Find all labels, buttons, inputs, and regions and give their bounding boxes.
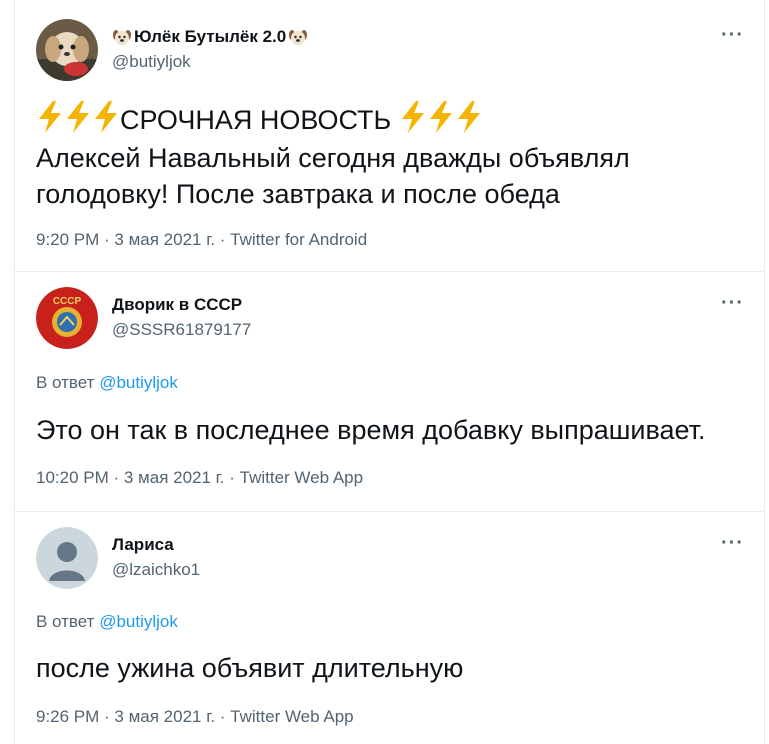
lightning-icon [427,100,455,134]
tweet-text: Это он так в последнее время добавку вып… [36,415,706,445]
reply-context: В ответ @butiyljok [36,373,178,393]
lightning-icon [36,100,64,134]
reply-handle-link[interactable]: @butiyljok [99,612,178,631]
handle[interactable]: @lzaichko1 [112,560,200,580]
lightning-icon [455,100,483,134]
lightning-icon [399,100,427,134]
more-options-icon[interactable]: ··· [721,533,744,553]
display-name[interactable]: Лариса [112,535,174,555]
avatar-emblem-text: СССР [53,296,82,307]
reply-handle-link[interactable]: @butiyljok [99,373,178,392]
breaking-news-text: СРОЧНАЯ НОВОСТЬ [120,105,392,135]
tweet-timestamp[interactable]: 9:26 PM · 3 мая 2021 г. · Twitter Web Ap… [36,707,354,727]
more-options-icon[interactable]: ··· [721,25,744,45]
tweet-timestamp[interactable]: 9:20 PM · 3 мая 2021 г. · Twitter for An… [36,230,367,250]
dog-face-icon [112,27,132,47]
handle[interactable]: @SSSR61879177 [112,320,251,340]
reply-prefix: В ответ [36,612,95,631]
dog-face-icon [288,27,308,47]
tweet-timestamp[interactable]: 10:20 PM · 3 мая 2021 г. · Twitter Web A… [36,468,363,488]
tweet-main[interactable]: Юлёк Бутылёк 2.0 @butiyljok ··· СРОЧНАЯ … [15,0,764,272]
reply-tweet[interactable]: Лариса @lzaichko1 ··· В ответ @butiyljok… [15,512,764,744]
reply-context: В ответ @butiyljok [36,612,178,632]
reply-prefix: В ответ [36,373,95,392]
display-name[interactable]: Дворик в СССР [112,295,242,315]
avatar-sssr[interactable]: СССР [36,287,98,349]
tweet-text: СРОЧНАЯ НОВОСТЬ [36,100,483,138]
ussr-emblem-icon: СССР [36,287,98,349]
default-profile-icon [36,527,98,589]
lightning-icon [92,100,120,134]
avatar-default[interactable] [36,527,98,589]
handle[interactable]: @butiyljok [112,52,191,72]
tweet-text-line: голодовку! После завтрака и после обеда [36,179,560,209]
tweet-text-line: Алексей Навальный сегодня дважды объявля… [36,143,630,173]
display-name[interactable]: Юлёк Бутылёк 2.0 [112,27,308,47]
lightning-icon [64,100,92,134]
tweet-thread: Юлёк Бутылёк 2.0 @butiyljok ··· СРОЧНАЯ … [14,0,765,744]
avatar-butiyljok[interactable] [36,19,98,81]
more-options-icon[interactable]: ··· [721,293,744,313]
dog-photo-icon [36,19,98,81]
display-name-text: Юлёк Бутылёк 2.0 [134,27,287,46]
tweet-text: после ужина объявит длительную [36,653,464,683]
reply-tweet[interactable]: СССР Дворик в СССР @SSSR61879177 ··· В о… [15,272,764,512]
